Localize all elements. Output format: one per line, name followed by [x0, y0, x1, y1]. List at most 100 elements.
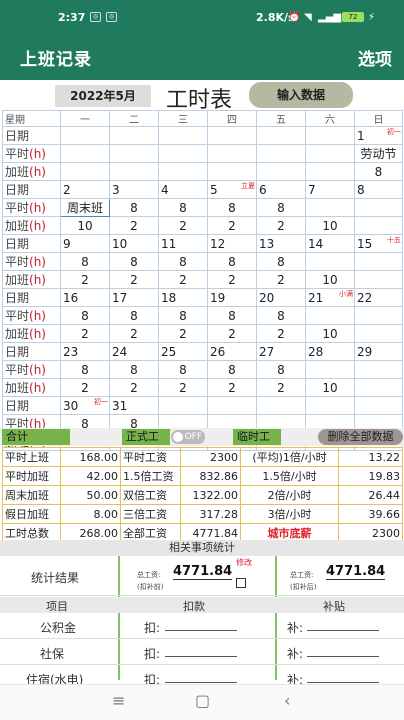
- deduct-input[interactable]: [165, 647, 237, 657]
- calendar-cell[interactable]: 5 立夏: [207, 180, 257, 199]
- calendar-cell[interactable]: 2: [256, 324, 306, 343]
- calendar-cell[interactable]: 8: [354, 162, 403, 181]
- calendar-cell[interactable]: 8: [207, 198, 257, 217]
- calendar-cell[interactable]: [207, 126, 257, 145]
- calendar-cell[interactable]: 30 初一: [60, 396, 110, 415]
- calendar-cell[interactable]: 8: [207, 306, 257, 325]
- calendar-cell[interactable]: 2: [158, 216, 208, 235]
- calendar-cell[interactable]: 2: [256, 270, 306, 289]
- calendar-cell[interactable]: [354, 252, 403, 271]
- calendar-cell[interactable]: 14: [305, 234, 355, 253]
- calendar-cell[interactable]: 16: [60, 288, 110, 307]
- subsidy-input[interactable]: [307, 647, 379, 657]
- calendar-cell[interactable]: 17: [109, 288, 159, 307]
- calendar-cell[interactable]: 2: [109, 216, 159, 235]
- calendar-cell[interactable]: 8: [158, 360, 208, 379]
- month-selector-button[interactable]: 2022年5月: [55, 85, 151, 107]
- subsidy-input[interactable]: [307, 621, 379, 631]
- menu-nav-icon[interactable]: ≡: [112, 691, 125, 710]
- calendar-cell[interactable]: 1 初一: [354, 126, 403, 145]
- calendar-cell[interactable]: 11: [158, 234, 208, 253]
- calendar-cell[interactable]: [256, 162, 306, 181]
- calendar-cell[interactable]: [354, 270, 403, 289]
- calendar-cell[interactable]: [207, 162, 257, 181]
- calendar-cell[interactable]: [305, 306, 355, 325]
- deduct-input[interactable]: [165, 621, 237, 631]
- calendar-cell[interactable]: [158, 144, 208, 163]
- calendar-cell[interactable]: 周末班: [60, 198, 110, 217]
- home-nav-icon[interactable]: ▢: [195, 691, 210, 710]
- calendar-cell[interactable]: [60, 162, 110, 181]
- calendar-cell[interactable]: [158, 162, 208, 181]
- edit-checkbox[interactable]: [236, 578, 246, 588]
- calendar-cell[interactable]: 8: [158, 198, 208, 217]
- calendar-cell[interactable]: [354, 306, 403, 325]
- calendar-cell[interactable]: 2: [158, 324, 208, 343]
- calendar-cell[interactable]: 2: [60, 270, 110, 289]
- calendar-cell[interactable]: 23: [60, 342, 110, 361]
- calendar-cell[interactable]: [305, 126, 355, 145]
- calendar-cell[interactable]: [256, 396, 306, 415]
- calendar-cell[interactable]: 2: [158, 378, 208, 397]
- calendar-cell[interactable]: 10: [305, 324, 355, 343]
- calendar-cell[interactable]: 12: [207, 234, 257, 253]
- calendar-cell[interactable]: [256, 144, 306, 163]
- calendar-cell[interactable]: 21 小满: [305, 288, 355, 307]
- calendar-cell[interactable]: 8: [60, 306, 110, 325]
- delete-all-button[interactable]: 删除全部数据: [318, 429, 403, 445]
- calendar-cell[interactable]: [207, 144, 257, 163]
- calendar-cell[interactable]: 8: [109, 252, 159, 271]
- calendar-cell[interactable]: 10: [305, 270, 355, 289]
- calendar-cell[interactable]: 8: [256, 198, 306, 217]
- calendar-cell[interactable]: 2: [60, 324, 110, 343]
- calendar-cell[interactable]: 8: [60, 360, 110, 379]
- calendar-cell[interactable]: 8: [256, 360, 306, 379]
- calendar-cell[interactable]: [305, 162, 355, 181]
- calendar-cell[interactable]: 22: [354, 288, 403, 307]
- calendar-cell[interactable]: 2: [207, 216, 257, 235]
- calendar-cell[interactable]: 2: [109, 378, 159, 397]
- calendar-cell[interactable]: 2: [158, 270, 208, 289]
- calendar-cell[interactable]: 8: [109, 198, 159, 217]
- calendar-cell[interactable]: 2: [207, 378, 257, 397]
- calendar-cell[interactable]: 8: [256, 252, 306, 271]
- calendar-cell[interactable]: 2: [109, 324, 159, 343]
- back-nav-icon[interactable]: ‹: [284, 691, 290, 710]
- fulltime-button[interactable]: 正式工: [122, 429, 170, 445]
- calendar-cell[interactable]: 2: [207, 270, 257, 289]
- calendar-cell[interactable]: [109, 144, 159, 163]
- calendar-cell[interactable]: 8: [207, 252, 257, 271]
- calendar-cell[interactable]: 10: [109, 234, 159, 253]
- calendar-cell[interactable]: [354, 378, 403, 397]
- input-data-button[interactable]: 输入数据: [249, 82, 353, 108]
- calendar-cell[interactable]: [305, 144, 355, 163]
- calendar-cell[interactable]: 8: [158, 252, 208, 271]
- calendar-cell[interactable]: 24: [109, 342, 159, 361]
- calendar-cell[interactable]: 3: [109, 180, 159, 199]
- calendar-cell[interactable]: 15 十五: [354, 234, 403, 253]
- calendar-cell[interactable]: 2: [60, 378, 110, 397]
- calendar-cell[interactable]: 2: [109, 270, 159, 289]
- calendar-cell[interactable]: 7: [305, 180, 355, 199]
- calendar-cell[interactable]: 6: [256, 180, 306, 199]
- calendar-cell[interactable]: 2: [60, 180, 110, 199]
- calendar-cell[interactable]: [256, 126, 306, 145]
- calendar-cell[interactable]: 劳动节: [354, 144, 403, 163]
- deduct-input[interactable]: [165, 673, 237, 683]
- calendar-cell[interactable]: 2: [207, 324, 257, 343]
- calendar-cell[interactable]: 10: [305, 378, 355, 397]
- calendar-cell[interactable]: 8: [256, 306, 306, 325]
- calendar-cell[interactable]: 27: [256, 342, 306, 361]
- calendar-cell[interactable]: [158, 396, 208, 415]
- calendar-cell[interactable]: 29: [354, 342, 403, 361]
- calendar-cell[interactable]: [60, 126, 110, 145]
- calendar-cell[interactable]: 28: [305, 342, 355, 361]
- calendar-cell[interactable]: 10: [60, 216, 110, 235]
- calendar-cell[interactable]: 26: [207, 342, 257, 361]
- calendar-cell[interactable]: [305, 198, 355, 217]
- calendar-cell[interactable]: [207, 396, 257, 415]
- calendar-cell[interactable]: 10: [305, 216, 355, 235]
- calendar-cell[interactable]: 8: [60, 252, 110, 271]
- calendar-cell[interactable]: 19: [207, 288, 257, 307]
- calendar-cell[interactable]: 13: [256, 234, 306, 253]
